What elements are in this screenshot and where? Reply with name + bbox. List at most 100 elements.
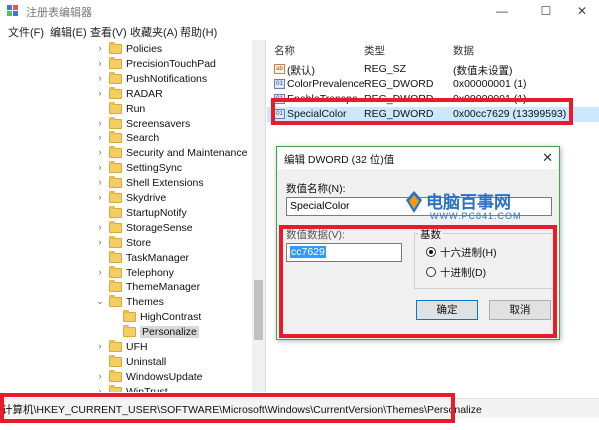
menu-view[interactable]: 查看(V) <box>90 24 127 40</box>
tree-item-label: UFH <box>126 341 148 353</box>
tree-item-label: HighContrast <box>140 311 202 324</box>
tree-expand-icon[interactable]: › <box>95 222 105 232</box>
column-header-type[interactable]: 类型 <box>364 43 385 58</box>
tree-expand-icon[interactable]: › <box>95 132 105 142</box>
folder-icon <box>109 191 122 203</box>
column-header-data[interactable]: 数据 <box>453 43 474 58</box>
title-bar: 注册表编辑器 — ☐ ✕ <box>0 0 599 22</box>
folder-icon <box>109 131 122 144</box>
tree-item[interactable]: › Shell Extensions <box>0 176 252 191</box>
tree-scroll-thumb[interactable] <box>254 280 263 340</box>
tree-expand-icon[interactable]: › <box>95 267 105 277</box>
dword-value-icon: 01 <box>274 79 285 89</box>
tree-item[interactable]: › PushNotifications <box>0 71 252 87</box>
tree-expand-icon[interactable]: › <box>95 147 105 157</box>
tree-item[interactable]: StartupNotify <box>0 205 252 221</box>
tree-expand-icon[interactable]: › <box>95 162 105 172</box>
hex-label[interactable]: 十六进制(H) <box>440 245 497 260</box>
folder-icon <box>123 310 136 323</box>
tree-item[interactable]: › WindowsUpdate <box>0 369 252 385</box>
edit-dword-dialog: 编辑 DWORD (32 位)值 ✕ 数值名称(N): SpecialColor… <box>276 146 560 340</box>
tree-item[interactable]: › Search <box>0 131 252 146</box>
cancel-button[interactable]: 取消 <box>489 300 551 320</box>
value-row[interactable]: 01 SpecialColor REG_DWORD 0x00cc7629 (13399… <box>267 107 599 122</box>
watermark-url: WWW.PC841.COM <box>430 211 522 221</box>
tree-item[interactable]: Personalize <box>0 325 252 340</box>
folder-icon <box>109 250 122 263</box>
tree-expand-icon[interactable]: › <box>95 73 105 83</box>
tree-scrollbar[interactable] <box>252 40 265 392</box>
tree-expand-icon[interactable]: › <box>95 371 105 381</box>
tree-expand-icon[interactable]: › <box>95 177 105 187</box>
tree-item-label: Themes <box>126 296 164 309</box>
value-row[interactable]: 01 EnableTranspa... REG_DWORD 0x00000001 (1… <box>267 92 599 107</box>
tree-expand-icon[interactable]: › <box>95 43 105 53</box>
tree-item[interactable]: HighContrast <box>0 310 252 325</box>
tree-item[interactable]: › StorageSense <box>0 220 252 236</box>
tree-expand-icon[interactable]: ⌄ <box>95 296 105 307</box>
folder-icon <box>109 86 122 99</box>
ok-button[interactable]: 确定 <box>416 300 478 320</box>
tree-item-label: Store <box>126 236 152 249</box>
tree-item-label: StorageSense <box>126 221 193 234</box>
tree-item-label: WindowsUpdate <box>126 370 203 383</box>
tree-item[interactable]: › UFH <box>0 340 252 355</box>
tree-item-label: Skydrive <box>126 192 167 204</box>
dec-label[interactable]: 十进制(D) <box>440 265 486 280</box>
menu-help[interactable]: 帮助(H) <box>180 24 217 40</box>
minimize-button[interactable]: — <box>482 0 522 22</box>
tree-item[interactable]: › Policies <box>0 42 252 57</box>
folder-icon <box>109 369 122 382</box>
tree-item[interactable]: ThemeManager <box>0 280 252 295</box>
tree-expand-icon[interactable]: › <box>95 386 105 392</box>
tree-expand-icon[interactable]: › <box>95 58 105 68</box>
tree-item-label: StartupNotify <box>126 206 187 219</box>
maximize-button[interactable]: ☐ <box>526 0 566 22</box>
tree-item[interactable]: Run <box>0 101 252 117</box>
registry-editor-icon <box>7 5 18 16</box>
menu-file[interactable]: 文件(F) <box>8 24 44 40</box>
tree-item[interactable]: › Telephony <box>0 265 252 281</box>
dialog-close-button[interactable]: ✕ <box>542 150 553 166</box>
tree-item[interactable]: › Security and Maintenance <box>0 146 252 161</box>
tree-expand-icon[interactable]: › <box>95 118 105 128</box>
tree-item[interactable]: TaskManager <box>0 250 252 266</box>
tree-item[interactable]: › SettingSync <box>0 161 252 176</box>
menu-favorites[interactable]: 收藏夹(A) <box>130 24 178 40</box>
folder-icon <box>109 42 122 54</box>
menu-bar: 文件(F) 编辑(E) 查看(V) 收藏夹(A) 帮助(H) <box>0 22 599 40</box>
tree-item[interactable]: › WinTrust <box>0 384 252 392</box>
tree-expand-icon[interactable]: › <box>95 88 105 98</box>
hex-radio[interactable] <box>426 247 436 257</box>
tree-item[interactable]: Uninstall <box>0 354 252 370</box>
value-data: 0x00cc7629 (13399593) <box>453 108 567 120</box>
value-data-field[interactable]: cc7629 <box>286 243 402 262</box>
tree-expand-icon[interactable]: › <box>95 341 105 351</box>
column-header-name[interactable]: 名称 <box>274 43 295 58</box>
tree-item[interactable]: › RADAR <box>0 86 252 102</box>
close-button[interactable]: ✕ <box>562 0 599 22</box>
value-type: REG_SZ <box>364 63 407 75</box>
tree-item-label: Personalize <box>140 326 199 339</box>
value-data: (数值未设置) <box>453 65 513 77</box>
dec-radio[interactable] <box>426 267 436 277</box>
folder-icon <box>109 56 122 69</box>
tree-item-label: Security and Maintenance <box>126 147 248 160</box>
value-name: ColorPrevalence <box>287 78 365 90</box>
tree-item-label: ThemeManager <box>126 281 201 294</box>
tree-item[interactable]: › PrecisionTouchPad <box>0 56 252 72</box>
folder-icon <box>109 340 122 352</box>
value-row[interactable]: 01 ColorPrevalence REG_DWORD 0x00000001 (1) <box>267 77 599 92</box>
registry-path: 计算机\HKEY_CURRENT_USER\SOFTWARE\Microsoft… <box>2 404 482 416</box>
tree-item[interactable]: ⌄ Themes <box>0 295 252 310</box>
tree-item[interactable]: › Skydrive <box>0 191 252 206</box>
folder-icon <box>109 161 122 174</box>
tree-item[interactable]: › Store <box>0 235 252 251</box>
tree-item-label: Search <box>126 132 160 145</box>
value-row[interactable]: ab (默认) REG_SZ (数值未设置) <box>267 62 599 77</box>
tree-item[interactable]: › Screensavers <box>0 116 252 132</box>
menu-edit[interactable]: 编辑(E) <box>50 24 87 40</box>
tree-expand-icon[interactable]: › <box>95 192 105 202</box>
tree-expand-icon[interactable]: › <box>95 237 105 247</box>
tree-item-label: PushNotifications <box>126 72 208 85</box>
